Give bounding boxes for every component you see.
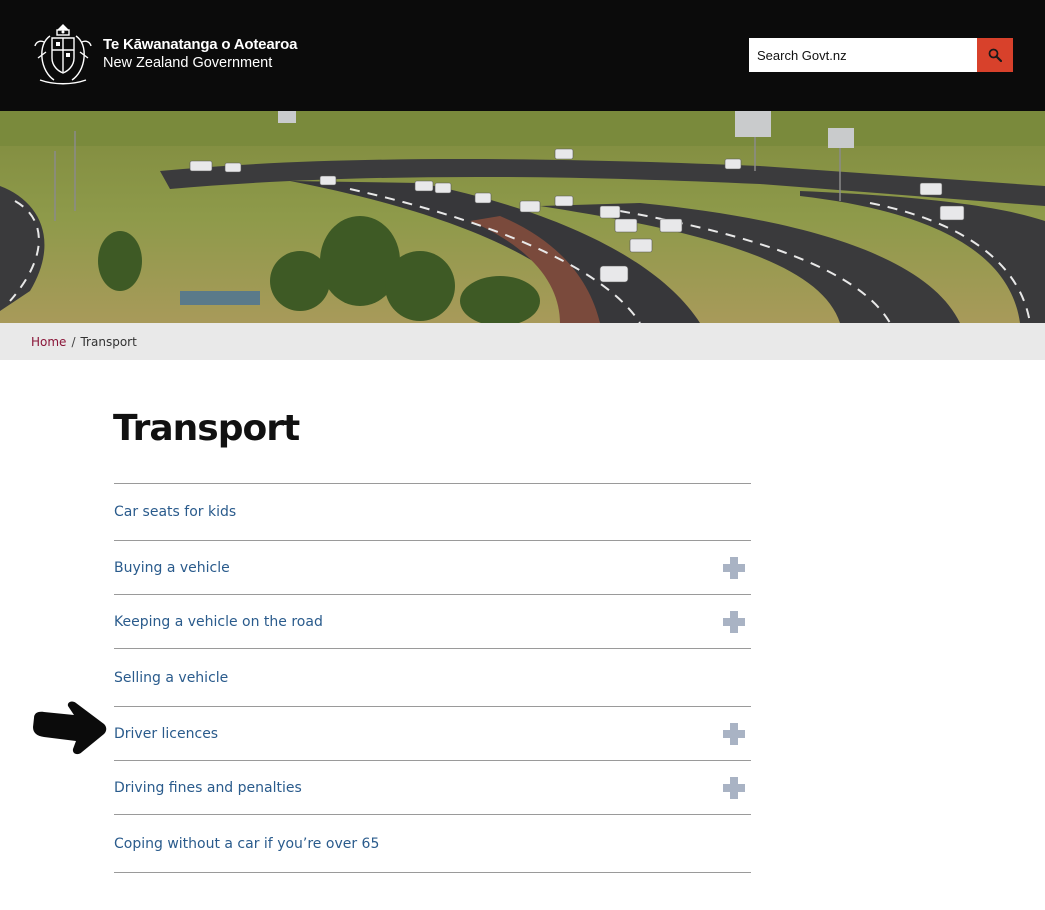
breadcrumb-current: Transport [80,334,137,349]
list-item[interactable]: Selling a vehicle [114,649,751,707]
list-item[interactable]: Buying a vehicle [114,541,751,595]
topic-link-driver-licences[interactable]: Driver licences [114,726,218,742]
topic-link-buying-vehicle[interactable]: Buying a vehicle [114,560,230,576]
list-item[interactable]: Car seats for kids [114,484,751,541]
nz-coat-of-arms-icon [34,24,92,85]
logo-text: Te Kāwanatanga o Aotearoa New Zealand Go… [103,36,297,72]
topic-link-coping-without-car[interactable]: Coping without a car if you’re over 65 [114,836,379,852]
topic-list: Car seats for kids Buying a vehicle Keep… [114,483,751,873]
expand-plus-icon[interactable] [723,556,745,579]
topic-link-selling-vehicle[interactable]: Selling a vehicle [114,670,228,686]
topic-link-keeping-vehicle[interactable]: Keeping a vehicle on the road [114,614,323,630]
logo-english-name: New Zealand Government [103,55,273,71]
search-input[interactable] [749,38,977,72]
search-button[interactable] [977,38,1013,72]
expand-plus-icon[interactable] [723,722,745,745]
list-item[interactable]: Keeping a vehicle on the road [114,595,751,649]
list-item[interactable]: Coping without a car if you’re over 65 [114,815,751,873]
list-item[interactable]: Driver licences [114,707,751,761]
page-title: Transport [113,408,300,449]
topic-link-driving-fines[interactable]: Driving fines and penalties [114,780,302,796]
expand-plus-icon[interactable] [723,610,745,633]
list-item[interactable]: Driving fines and penalties [114,761,751,815]
motorway-photo [0,111,1045,323]
breadcrumb-home-link[interactable]: Home [31,335,66,349]
breadcrumb: Home / Transport [0,323,1045,360]
pointing-arrow-icon [33,701,107,755]
govt-logo[interactable]: Te Kāwanatanga o Aotearoa New Zealand Go… [30,22,297,86]
site-header: Te Kāwanatanga o Aotearoa New Zealand Go… [0,0,1045,111]
search-bar [749,38,1013,72]
breadcrumb-separator: / [71,334,76,349]
hero-image [0,111,1045,323]
expand-plus-icon[interactable] [723,776,745,799]
topic-link-car-seats[interactable]: Car seats for kids [114,504,236,520]
logo-maori-name: Te Kāwanatanga o Aotearoa [103,36,298,53]
search-icon [988,48,1002,62]
